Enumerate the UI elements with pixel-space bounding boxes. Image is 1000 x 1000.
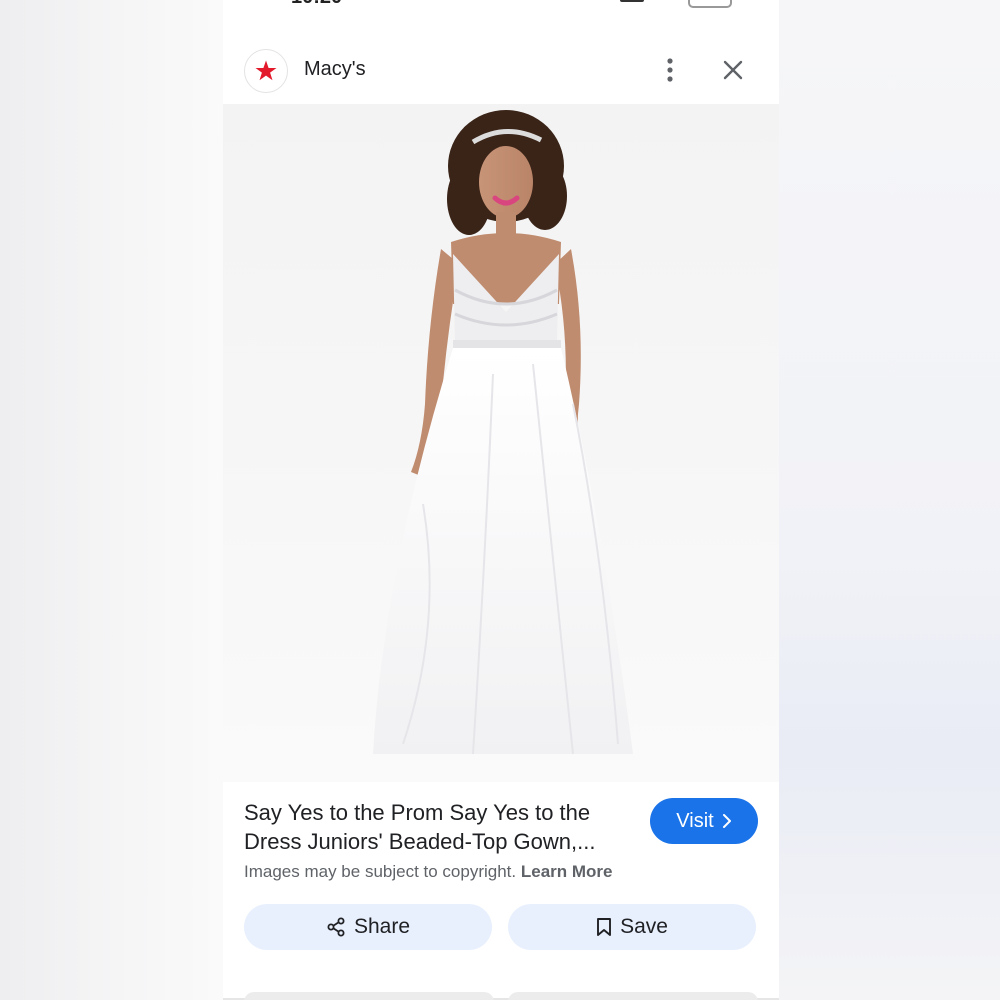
save-label: Save	[620, 915, 668, 938]
share-button[interactable]: Share	[244, 904, 492, 950]
chevron-right-icon	[722, 814, 731, 828]
status-bar: 10:20	[223, 0, 779, 10]
share-icon	[327, 917, 345, 937]
visit-button[interactable]: Visit	[650, 798, 758, 844]
related-result-card[interactable]	[244, 992, 494, 1000]
background-blur-right	[779, 0, 1000, 1000]
related-results-row	[223, 992, 779, 1000]
background-blur-left	[0, 0, 223, 1000]
macys-star-icon[interactable]	[244, 49, 288, 93]
share-label: Share	[353, 915, 411, 938]
visit-label: Visit	[676, 809, 714, 832]
copyright-text: Images may be subject to copyright.	[244, 862, 517, 881]
battery-icon	[688, 0, 732, 8]
result-details: Say Yes to the Prom Say Yes to the Dress…	[223, 782, 779, 1000]
source-header: Macy's	[223, 40, 779, 104]
image-viewer-panel: 10:20 Macy's	[223, 0, 779, 1000]
related-result-card[interactable]	[508, 992, 758, 1000]
signal-icon	[620, 0, 644, 2]
source-name[interactable]: Macy's	[304, 58, 366, 81]
close-icon[interactable]	[719, 56, 747, 84]
more-vert-icon[interactable]	[659, 54, 681, 86]
copyright-notice: Images may be subject to copyright. Lear…	[244, 862, 613, 882]
bookmark-icon	[597, 918, 612, 936]
status-time: 10:20	[291, 0, 342, 9]
save-button[interactable]: Save	[508, 904, 756, 950]
product-image[interactable]	[223, 104, 779, 782]
dress-photo	[373, 110, 633, 755]
learn-more-link[interactable]: Learn More	[521, 862, 613, 881]
result-title[interactable]: Say Yes to the Prom Say Yes to the Dress…	[244, 798, 639, 856]
